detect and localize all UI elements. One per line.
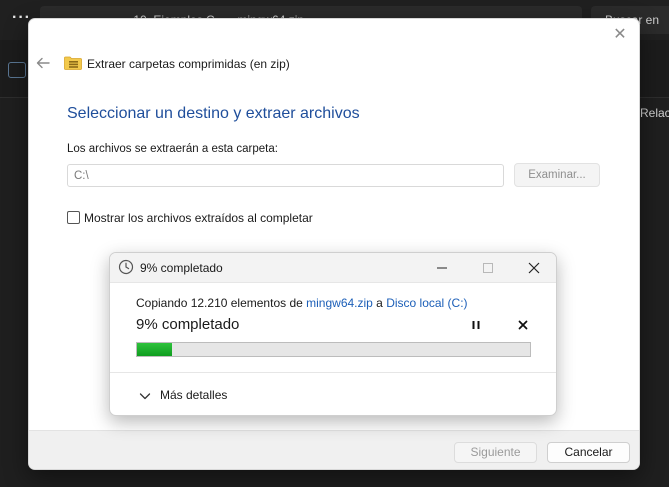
minimize-icon[interactable]: [430, 258, 454, 278]
dialog-footer: Siguiente Cancelar: [29, 430, 639, 469]
zip-folder-icon: [64, 56, 82, 70]
copy-middle: a: [372, 296, 387, 310]
chevron-down-icon[interactable]: [138, 389, 152, 403]
progress-percent-text: 9% completado: [136, 316, 240, 333]
show-files-label[interactable]: Mostrar los archivos extraídos al comple…: [84, 211, 313, 225]
progress-title: 9% completado: [140, 261, 223, 275]
clock-icon: [118, 259, 134, 275]
divider: [110, 372, 556, 373]
dialog-title: Extraer carpetas comprimidas (en zip): [87, 57, 290, 71]
progress-title-bar: 9% completado: [110, 253, 556, 283]
destination-label: Los archivos se extraerán a esta carpeta…: [67, 143, 278, 155]
cancel-button[interactable]: Cancelar: [547, 442, 630, 463]
arrow-left-icon[interactable]: [35, 55, 51, 71]
source-link[interactable]: mingw64.zip: [306, 296, 373, 310]
copy-prefix: Copiando 12.210 elementos de: [136, 296, 307, 310]
translate-icon[interactable]: [8, 62, 26, 78]
show-files-checkbox[interactable]: [67, 211, 80, 224]
maximize-icon[interactable]: [476, 258, 500, 278]
copy-status-text: Copiando 12.210 elementos de mingw64.zip…: [136, 296, 468, 310]
more-details-toggle[interactable]: Más detalles: [160, 388, 227, 402]
pause-icon[interactable]: [467, 316, 485, 334]
column-header-related[interactable]: Relac: [640, 106, 669, 120]
destination-link[interactable]: Disco local (C:): [386, 296, 467, 310]
next-button[interactable]: Siguiente: [454, 442, 537, 463]
destination-path-input[interactable]: [67, 164, 504, 187]
close-icon[interactable]: ✕: [609, 25, 631, 45]
close-icon[interactable]: [522, 258, 546, 278]
browse-button[interactable]: Examinar...: [514, 163, 600, 187]
progress-dialog: 9% completado Copiando 12.210 elementos …: [109, 252, 557, 416]
page-heading: Seleccionar un destino y extraer archivo…: [67, 105, 360, 122]
progress-bar: [136, 342, 531, 357]
progress-bar-fill: [137, 343, 173, 356]
cancel-x-icon[interactable]: [514, 316, 532, 334]
